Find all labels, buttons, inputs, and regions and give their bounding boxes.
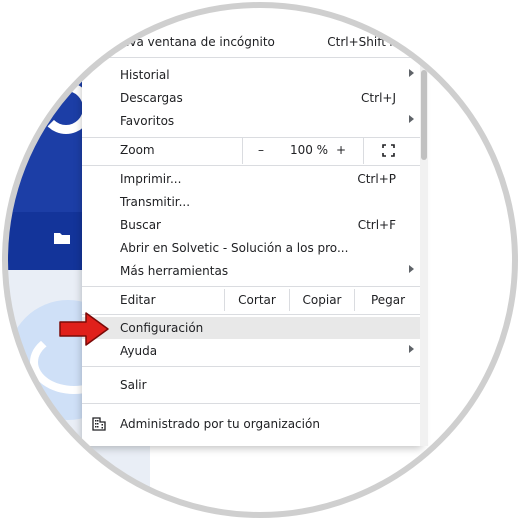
menu-item-downloads[interactable]: Descargas Ctrl+J — [82, 87, 422, 109]
chevron-right-icon — [409, 345, 414, 353]
menu-item-settings[interactable]: Configuración — [82, 317, 422, 339]
fullscreen-icon[interactable] — [382, 144, 395, 157]
menu-item-history[interactable]: Historial — [82, 64, 422, 86]
zoom-row: Zoom – 100 % + — [82, 138, 422, 164]
menu-item-label: Favoritos — [120, 114, 175, 128]
menu-item-shortcut: Ctrl+J — [361, 91, 396, 105]
menu-item-new-window[interactable]: tana — [82, 6, 422, 30]
menu-separator — [82, 286, 422, 287]
managed-label: Administrado por tu organización — [120, 417, 320, 431]
red-arrow-icon — [59, 312, 109, 346]
menu-item-label: Abrir en Solvetic - Solución a los pro..… — [120, 241, 349, 255]
menu-scrollbar-thumb[interactable] — [421, 70, 427, 160]
menu-item-bookmarks[interactable]: Favoritos — [82, 110, 422, 132]
copy-button[interactable]: Copiar — [289, 289, 354, 311]
edit-label: Editar — [120, 293, 156, 307]
zoom-level: 100 % — [289, 143, 329, 157]
zoom-out-button[interactable]: – — [258, 143, 264, 157]
chevron-right-icon — [409, 265, 414, 273]
zoom-label: Zoom — [120, 143, 155, 157]
zoom-in-button[interactable]: + — [336, 143, 346, 157]
menu-item-label: Buscar — [120, 218, 161, 232]
menu-item-shortcut: Ctrl+P — [357, 172, 396, 186]
menu-item-label: Más herramientas — [120, 264, 229, 278]
menu-item-label: Ayuda — [120, 344, 158, 358]
menu-item-managed[interactable]: Administrado por tu organización — [82, 410, 422, 438]
menu-item-more-tools[interactable]: Más herramientas — [82, 260, 422, 282]
menu-separator — [82, 57, 422, 58]
cut-button[interactable]: Cortar — [224, 289, 289, 311]
menu-item-label: Descargas — [120, 91, 183, 105]
menu-item-label: Configuración — [120, 321, 204, 335]
paste-button[interactable]: Pegar — [354, 289, 421, 311]
menu-item-new-incognito[interactable]: eva ventana de incógnito Ctrl+Shift+ — [82, 31, 422, 53]
chevron-right-icon — [409, 115, 414, 123]
chrome-main-menu: tana eva ventana de incógnito Ctrl+Shift… — [82, 0, 422, 446]
page-content-white — [150, 440, 520, 520]
chevron-right-icon — [409, 69, 414, 77]
menu-item-label: Transmitir... — [120, 195, 191, 209]
menu-item-open-in-app[interactable]: Abrir en Solvetic - Solución a los pro..… — [82, 237, 422, 259]
edit-row: Editar Cortar Copiar Pegar — [82, 289, 422, 311]
menu-item-exit[interactable]: Salir — [82, 374, 422, 396]
menu-item-cast[interactable]: Transmitir... — [82, 191, 422, 213]
menu-item-shortcut: Ctrl+Shift+ — [327, 35, 396, 49]
menu-separator — [82, 165, 422, 166]
menu-separator — [82, 366, 422, 367]
menu-item-label: Historial — [120, 68, 170, 82]
menu-item-shortcut: Ctrl+F — [357, 218, 396, 232]
menu-item-print[interactable]: Imprimir... Ctrl+P — [82, 168, 422, 190]
menu-item-label: tana — [160, 6, 188, 20]
menu-separator — [82, 403, 422, 404]
menu-item-label: Salir — [120, 378, 147, 392]
menu-separator — [82, 314, 422, 315]
menu-item-help[interactable]: Ayuda — [82, 340, 422, 362]
menu-item-label: eva ventana de incógnito — [122, 35, 275, 49]
building-icon — [92, 417, 106, 431]
menu-item-find[interactable]: Buscar Ctrl+F — [82, 214, 422, 236]
browser-window: tana eva ventana de incógnito Ctrl+Shift… — [0, 0, 520, 520]
folder-icon[interactable] — [54, 232, 70, 244]
menu-item-label: Imprimir... — [120, 172, 182, 186]
menu-scrollbar[interactable] — [420, 0, 428, 446]
